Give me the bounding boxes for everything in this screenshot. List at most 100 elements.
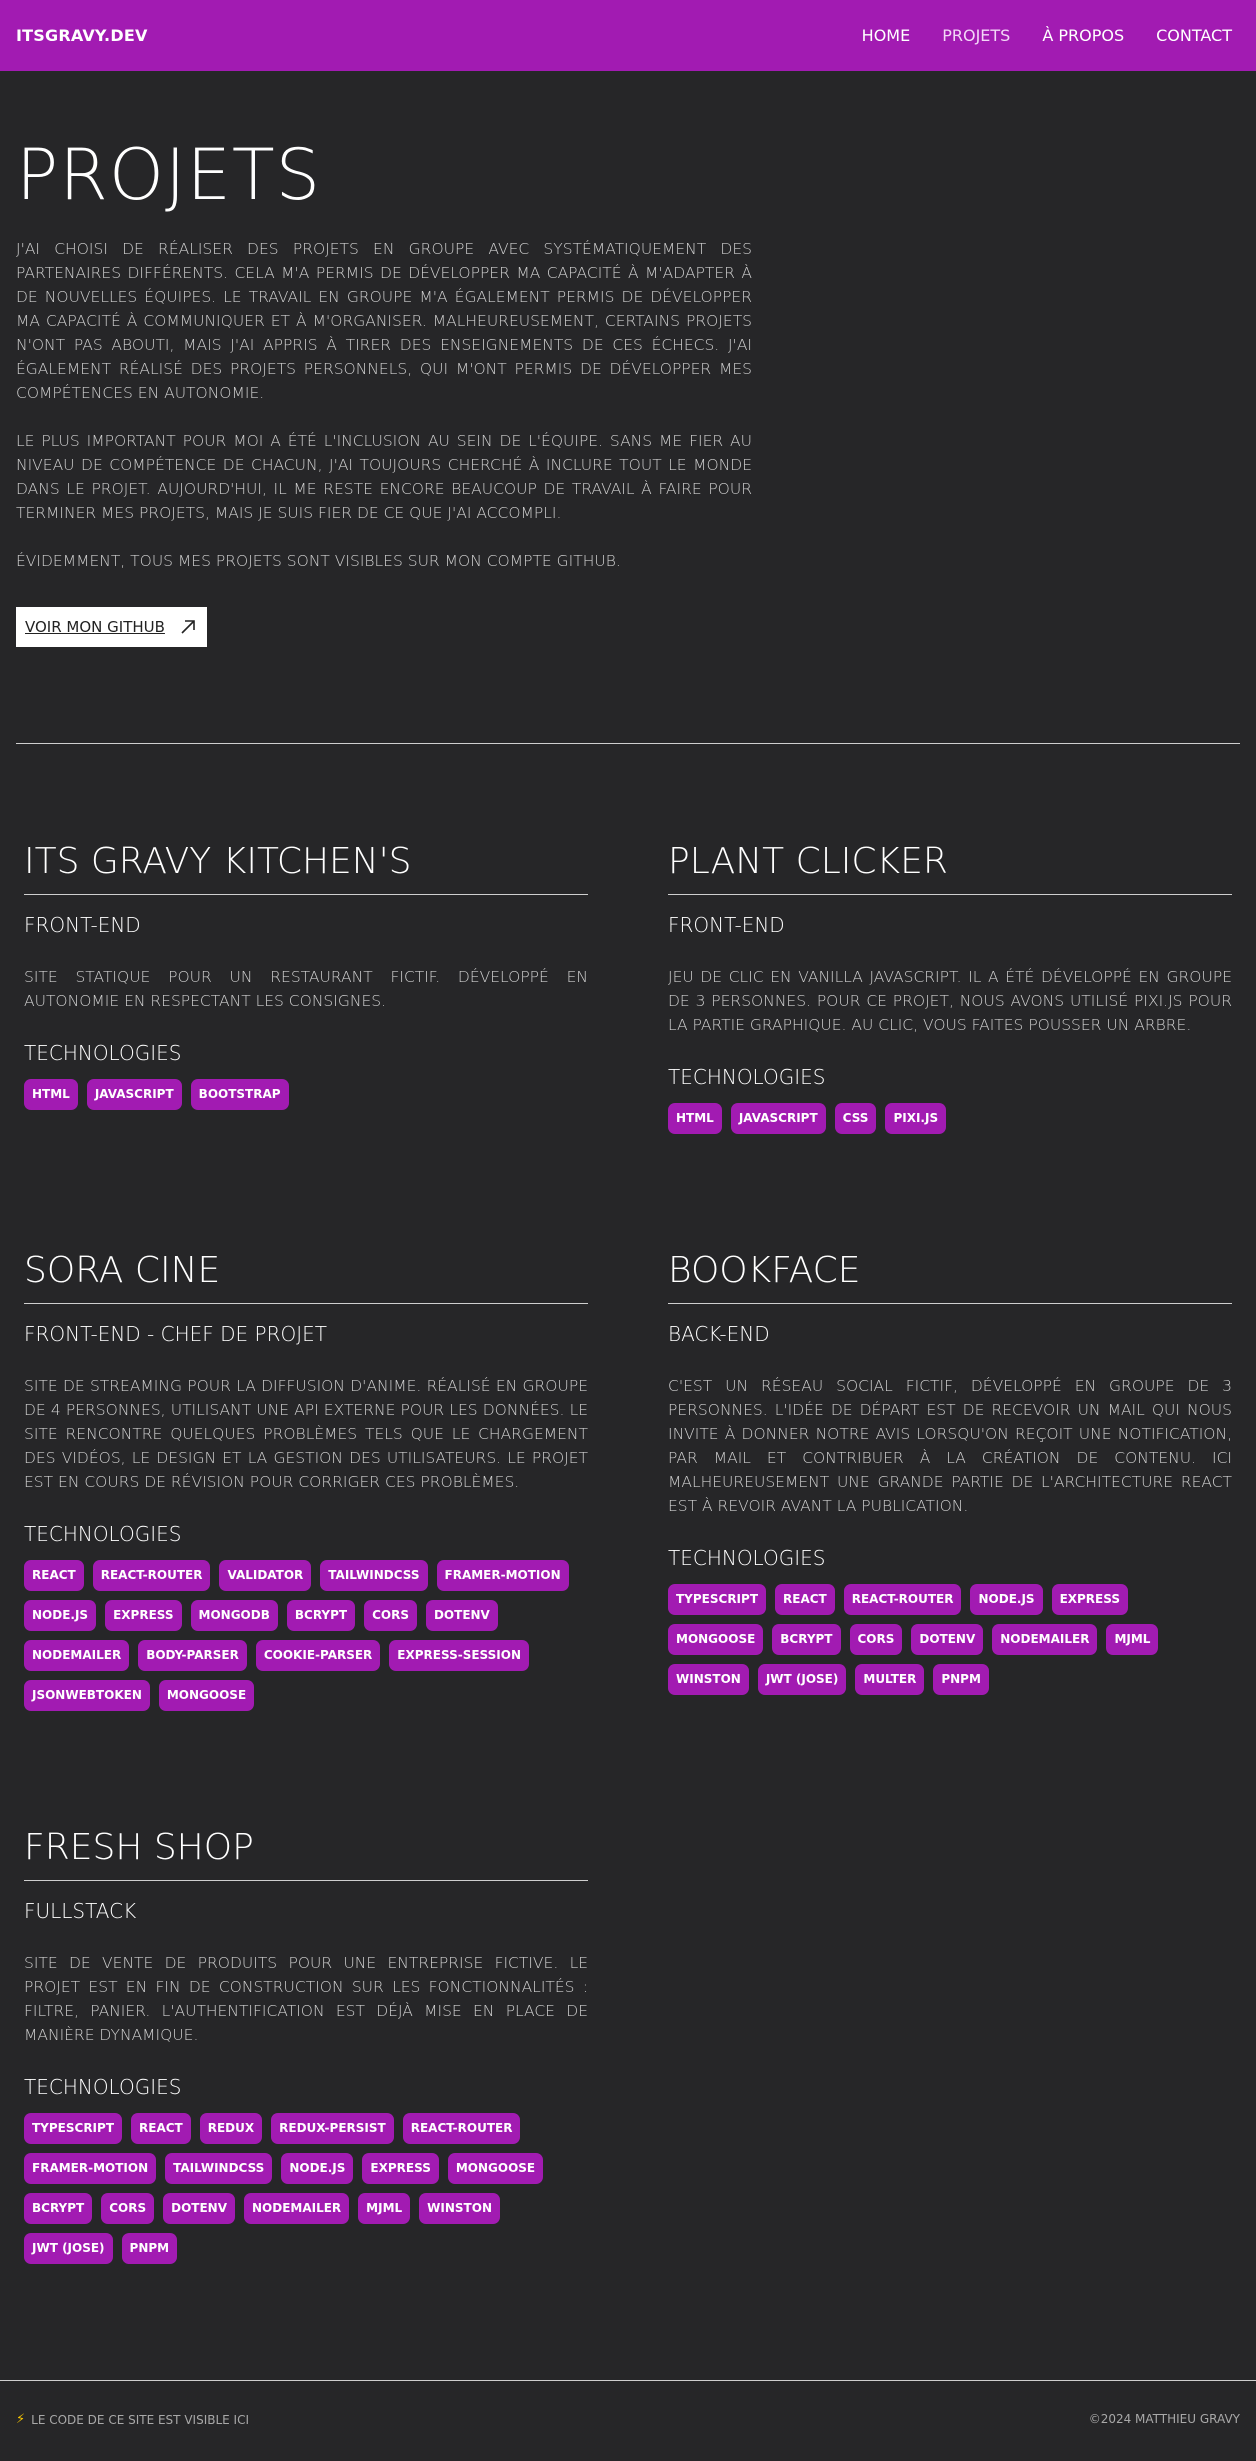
tech-tag: CORS bbox=[849, 1624, 903, 1655]
tech-tag: JWT (JOSE) bbox=[24, 2233, 113, 2264]
project-title: ITS GRAVY KITCHEN'S bbox=[24, 840, 588, 895]
tech-tag: MJML bbox=[1106, 1624, 1159, 1655]
project-role: FRONT-END bbox=[24, 913, 141, 937]
intro-paragraph-3: Évidemment, tous mes projets sont visibl… bbox=[16, 552, 621, 570]
tech-tag: EXPRESS bbox=[105, 1600, 182, 1631]
project-role: BACK-END bbox=[668, 1322, 770, 1346]
tech-tag: REDUX bbox=[199, 2113, 263, 2144]
tech-tag: CORS bbox=[364, 1600, 417, 1631]
source-code-link[interactable]: ⚡ LE CODE DE CE SITE EST VISIBLE ICI bbox=[16, 2412, 249, 2427]
technologies-heading: TECHNOLOGIES bbox=[24, 1041, 182, 1065]
project-title: PLANT CLICKER bbox=[668, 840, 1232, 895]
project-card: BOOKFACE BACK-END C'est un réseau social… bbox=[668, 1249, 1232, 1695]
tech-tag: NODEMAILER bbox=[243, 2193, 350, 2224]
tech-tag: EXPRESS-SESSION bbox=[389, 1640, 529, 1671]
github-button-label: VOIR MON GITHUB bbox=[25, 618, 165, 636]
tech-tag: TAILWINDCSS bbox=[165, 2153, 273, 2184]
tech-tag: HTML bbox=[24, 1079, 78, 1110]
site-brand-link[interactable]: ITSGRAVY.DEV bbox=[16, 26, 148, 45]
lightning-icon: ⚡ bbox=[16, 2412, 26, 2427]
tech-tag: CSS bbox=[834, 1103, 877, 1134]
tech-tag: BCRYPT bbox=[286, 1600, 356, 1631]
footer-divider bbox=[0, 2380, 1256, 2381]
tech-tag: PNPM bbox=[933, 1664, 989, 1695]
tech-tag: DOTENV bbox=[425, 1600, 498, 1631]
tech-tag: MONGOOSE bbox=[447, 2153, 544, 2184]
project-role: FRONT-END bbox=[668, 913, 785, 937]
page-title: PROJETS bbox=[16, 134, 322, 216]
project-card: PLANT CLICKER FRONT-END Jeu de clic en V… bbox=[668, 840, 1232, 1134]
tech-tag: EXPRESS bbox=[1051, 1584, 1128, 1615]
tech-tag: CORS bbox=[101, 2193, 155, 2224]
project-title: FRESH SHOP bbox=[24, 1826, 588, 1881]
tech-tag: NODEMAILER bbox=[992, 1624, 1098, 1655]
tech-tag: FRAMER-MOTION bbox=[24, 2153, 157, 2184]
tech-tag-list: HTML JAVASCRIPT CSS PIXI.JS bbox=[668, 1103, 1232, 1134]
project-description: Site de vente de produits pour une entre… bbox=[24, 1954, 588, 2044]
project-role: FRONT-END - CHEF DE PROJET bbox=[24, 1322, 327, 1346]
tech-tag-list: TYPESCRIPT REACT REDUX REDUX-PERSIST REACT-R… bbox=[24, 2113, 588, 2264]
tech-tag: REACT bbox=[24, 1560, 84, 1591]
tech-tag: TAILWINDCSS bbox=[320, 1560, 428, 1591]
tech-tag: REACT-ROUTER bbox=[92, 1560, 211, 1591]
tech-tag: TYPESCRIPT bbox=[24, 2113, 123, 2144]
technologies-heading: TECHNOLOGIES bbox=[24, 1522, 182, 1546]
tech-tag: NODE.JS bbox=[281, 2153, 354, 2184]
tech-tag: NODE.JS bbox=[970, 1584, 1043, 1615]
intro-section: PROJETS J'ai choisi de réaliser des proj… bbox=[16, 135, 752, 647]
tech-tag: REDUX-PERSIST bbox=[271, 2113, 394, 2144]
tech-tag: FRAMER-MOTION bbox=[436, 1560, 569, 1591]
tech-tag: NODEMAILER bbox=[24, 1640, 130, 1671]
project-description: C'est un réseau social fictif, développé… bbox=[668, 1377, 1232, 1515]
github-button[interactable]: VOIR MON GITHUB bbox=[16, 607, 207, 647]
tech-tag: TYPESCRIPT bbox=[668, 1584, 767, 1615]
project-description: Site statique pour un restaurant fictif.… bbox=[24, 968, 588, 1010]
tech-tag: JAVASCRIPT bbox=[730, 1103, 826, 1134]
tech-tag: JSONWEBTOKEN bbox=[24, 1680, 150, 1711]
intro-paragraph-2: Le plus important pour moi a été l'inclu… bbox=[16, 432, 752, 522]
tech-tag: REACT bbox=[775, 1584, 835, 1615]
tech-tag: WINSTON bbox=[668, 1664, 749, 1695]
tech-tag-list: HTML JAVASCRIPT BOOTSTRAP bbox=[24, 1079, 588, 1110]
section-divider bbox=[16, 743, 1240, 744]
tech-tag: MJML bbox=[358, 2193, 411, 2224]
source-code-label: LE CODE DE CE SITE EST VISIBLE ICI bbox=[31, 2412, 249, 2427]
project-title: SORA CINE bbox=[24, 1249, 588, 1304]
tech-tag: BODY-PARSER bbox=[138, 1640, 247, 1671]
technologies-heading: TECHNOLOGIES bbox=[24, 2075, 182, 2099]
tech-tag: BCRYPT bbox=[772, 1624, 841, 1655]
project-card: SORA CINE FRONT-END - CHEF DE PROJET Sit… bbox=[24, 1249, 588, 1711]
tech-tag: PNPM bbox=[121, 2233, 178, 2264]
tech-tag: MULTER bbox=[855, 1664, 925, 1695]
tech-tag: REACT-ROUTER bbox=[843, 1584, 962, 1615]
nav-apropos-link[interactable]: À PROPOS bbox=[1042, 26, 1124, 45]
tech-tag: JWT (JOSE) bbox=[757, 1664, 847, 1695]
technologies-heading: TECHNOLOGIES bbox=[668, 1546, 826, 1570]
tech-tag: JAVASCRIPT bbox=[86, 1079, 182, 1110]
main-nav: HOME PROJETS À PROPOS CONTACT bbox=[862, 26, 1240, 45]
tech-tag: MONGOOSE bbox=[668, 1624, 764, 1655]
copyright-text: ©2024 MATTHIEU GRAVY bbox=[1088, 2412, 1240, 2426]
footer: ⚡ LE CODE DE CE SITE EST VISIBLE ICI ©20… bbox=[16, 2412, 1240, 2427]
tech-tag: WINSTON bbox=[419, 2193, 500, 2224]
tech-tag: MONGOOSE bbox=[158, 1680, 255, 1711]
tech-tag: VALIDATOR bbox=[219, 1560, 312, 1591]
tech-tag: BCRYPT bbox=[24, 2193, 93, 2224]
nav-contact-link[interactable]: CONTACT bbox=[1156, 26, 1232, 45]
project-card: FRESH SHOP FULLSTACK Site de vente de pr… bbox=[24, 1826, 588, 2264]
project-title: BOOKFACE bbox=[668, 1249, 1232, 1304]
tech-tag: DOTENV bbox=[911, 1624, 984, 1655]
tech-tag: PIXI.JS bbox=[885, 1103, 947, 1134]
tech-tag-list: TYPESCRIPT REACT REACT-ROUTER NODE.JS EXPRES… bbox=[668, 1584, 1232, 1695]
technologies-heading: TECHNOLOGIES bbox=[668, 1065, 826, 1089]
tech-tag: REACT-ROUTER bbox=[402, 2113, 521, 2144]
intro-paragraph-1: J'ai choisi de réaliser des projets en g… bbox=[16, 240, 752, 402]
tech-tag: MONGODB bbox=[190, 1600, 278, 1631]
project-card: ITS GRAVY KITCHEN'S FRONT-END Site stati… bbox=[24, 840, 588, 1110]
nav-projets-link[interactable]: PROJETS bbox=[942, 26, 1010, 45]
top-navbar: ITSGRAVY.DEV HOME PROJETS À PROPOS CONTA… bbox=[0, 0, 1256, 71]
arrow-up-right-icon bbox=[181, 620, 195, 634]
nav-home-link[interactable]: HOME bbox=[862, 26, 911, 45]
project-role: FULLSTACK bbox=[24, 1899, 137, 1923]
tech-tag: BOOTSTRAP bbox=[190, 1079, 289, 1110]
